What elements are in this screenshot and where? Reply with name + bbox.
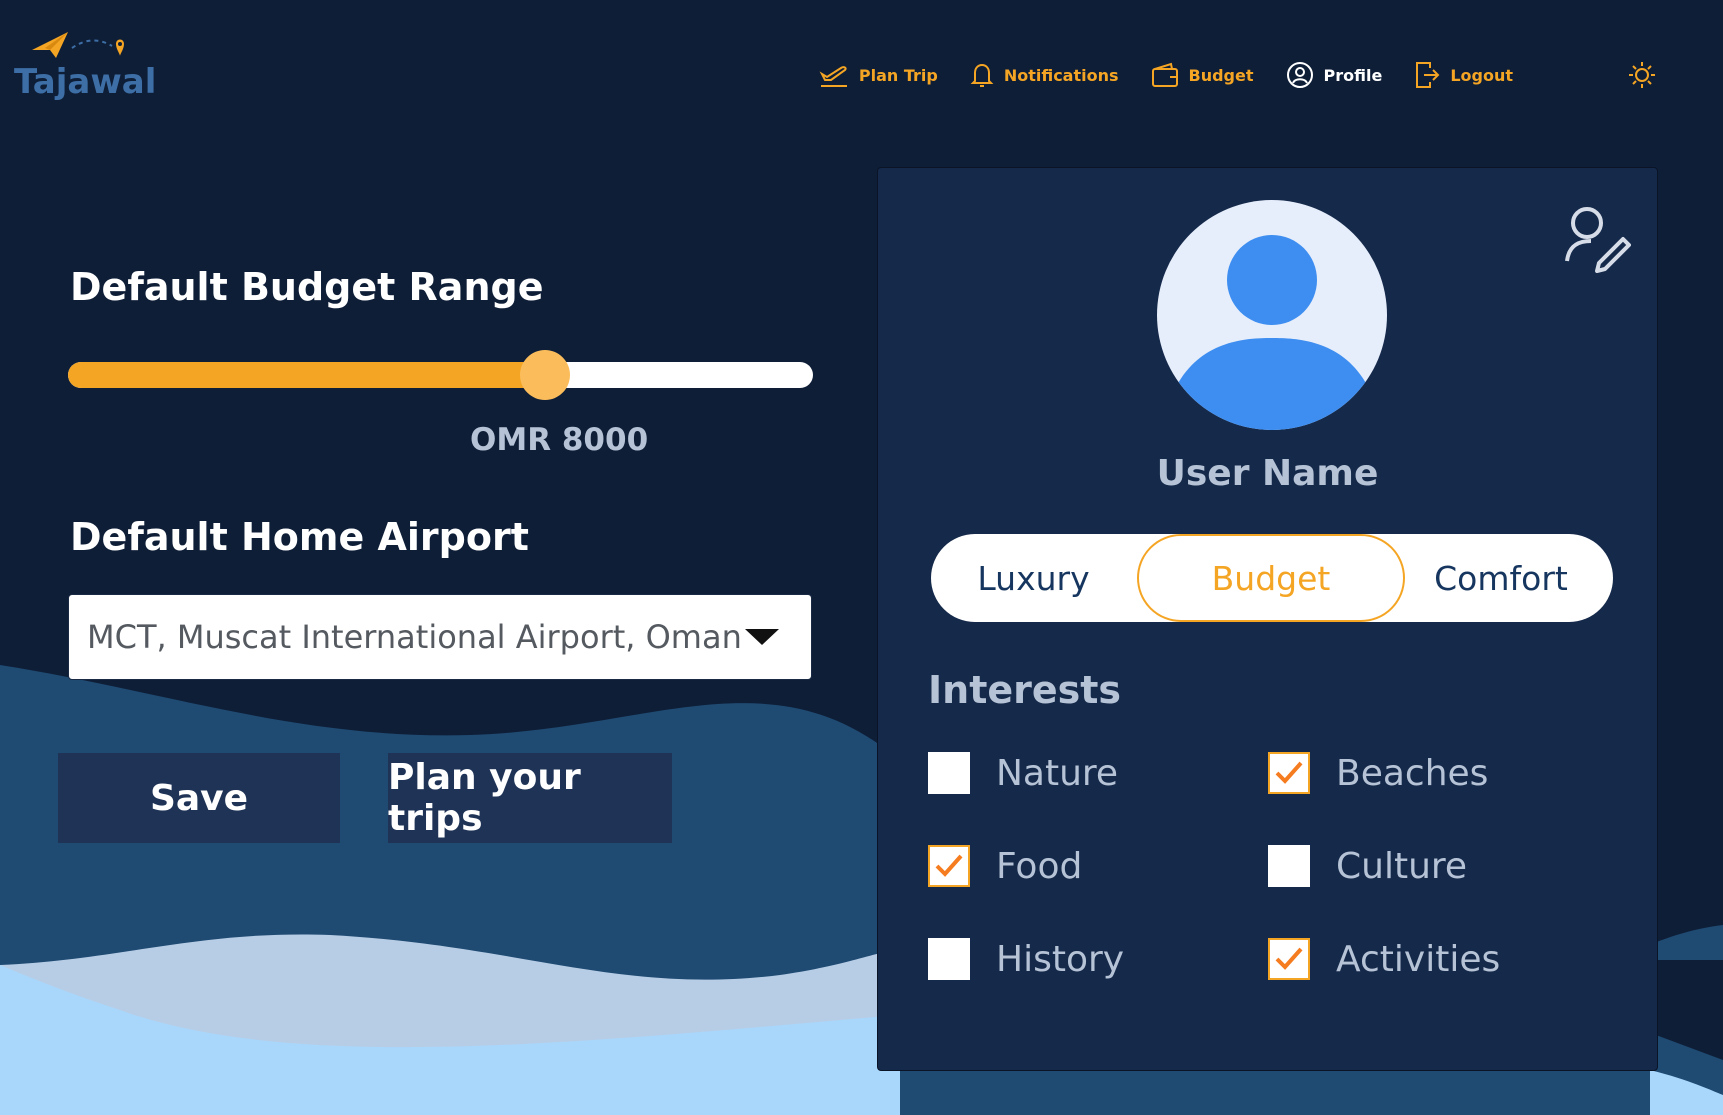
theme-toggle[interactable] [1627, 60, 1657, 94]
style-option-luxury[interactable]: Luxury [931, 534, 1136, 622]
profile-card: User Name Luxury Budget Comfort Interest… [877, 167, 1658, 1071]
sun-icon [1629, 62, 1655, 88]
user-circle-icon [1286, 62, 1313, 88]
interests-title: Interests [928, 668, 1122, 712]
interest-label: Beaches [1336, 752, 1489, 794]
check-icon [935, 854, 963, 877]
save-button[interactable]: Save [58, 753, 340, 843]
interest-culture[interactable]: Culture [1268, 845, 1467, 887]
edit-user-icon [1565, 207, 1631, 273]
budget-value: OMR 8000 [470, 422, 649, 458]
interest-label: Activities [1336, 938, 1501, 980]
chevron-down-icon [745, 629, 779, 645]
brand-logo[interactable]: Tajawal [12, 28, 156, 108]
check-icon [1275, 947, 1303, 970]
nav-label: Notifications [1003, 65, 1119, 85]
edit-profile-button[interactable] [1561, 203, 1631, 277]
plan-trip-icon [819, 66, 847, 87]
interest-label: History [996, 938, 1125, 980]
nav-notifications[interactable]: Notifications [970, 61, 1119, 89]
nav-plan-trip[interactable]: Plan Trip [819, 62, 938, 88]
checkbox[interactable] [928, 938, 970, 980]
checkbox[interactable] [1268, 752, 1310, 794]
user-avatar-icon [1177, 235, 1367, 430]
budget-slider[interactable] [68, 350, 813, 400]
budget-range-title: Default Budget Range [70, 265, 544, 309]
check-icon [1275, 761, 1303, 784]
checkbox[interactable] [1268, 845, 1310, 887]
brand-name: Tajawal [14, 62, 157, 102]
nav-label: Budget [1188, 65, 1254, 85]
interest-label: Culture [1336, 845, 1468, 887]
checkbox[interactable] [928, 752, 970, 794]
home-airport-select[interactable]: MCT, Muscat International Airport, Oman [68, 594, 812, 680]
top-nav: Plan Trip Notifications Budget Profile L… [819, 60, 1513, 90]
user-name: User Name [1156, 453, 1379, 494]
interest-beaches[interactable]: Beaches [1268, 752, 1488, 794]
interest-history[interactable]: History [928, 938, 1124, 980]
nav-label: Plan Trip [858, 65, 938, 85]
interest-activities[interactable]: Activities [1268, 938, 1500, 980]
logout-icon [1416, 62, 1440, 88]
interest-label: Nature [996, 752, 1119, 794]
home-airport-title: Default Home Airport [70, 515, 529, 559]
wallet-icon [1151, 62, 1178, 87]
nav-logout[interactable]: Logout [1414, 60, 1513, 90]
slider-fill [68, 362, 545, 388]
avatar [1157, 200, 1387, 430]
slider-thumb[interactable] [519, 350, 570, 400]
style-option-comfort[interactable]: Comfort [1401, 534, 1601, 622]
nav-label: Logout [1450, 65, 1513, 85]
plan-trips-button[interactable]: Plan your trips [388, 753, 672, 843]
style-option-budget[interactable]: Budget [1137, 534, 1405, 622]
checkbox[interactable] [1268, 938, 1310, 980]
interest-nature[interactable]: Nature [928, 752, 1118, 794]
checkbox[interactable] [928, 845, 970, 887]
nav-budget[interactable]: Budget [1151, 62, 1254, 88]
home-airport-value: MCT, Muscat International Airport, Oman [87, 618, 742, 656]
interest-label: Food [996, 845, 1083, 887]
bell-icon [970, 63, 994, 87]
nav-label: Profile [1323, 65, 1383, 85]
nav-profile[interactable]: Profile [1286, 61, 1383, 89]
travel-style-toggle: Luxury Budget Comfort [931, 534, 1613, 622]
interest-food[interactable]: Food [928, 845, 1082, 887]
